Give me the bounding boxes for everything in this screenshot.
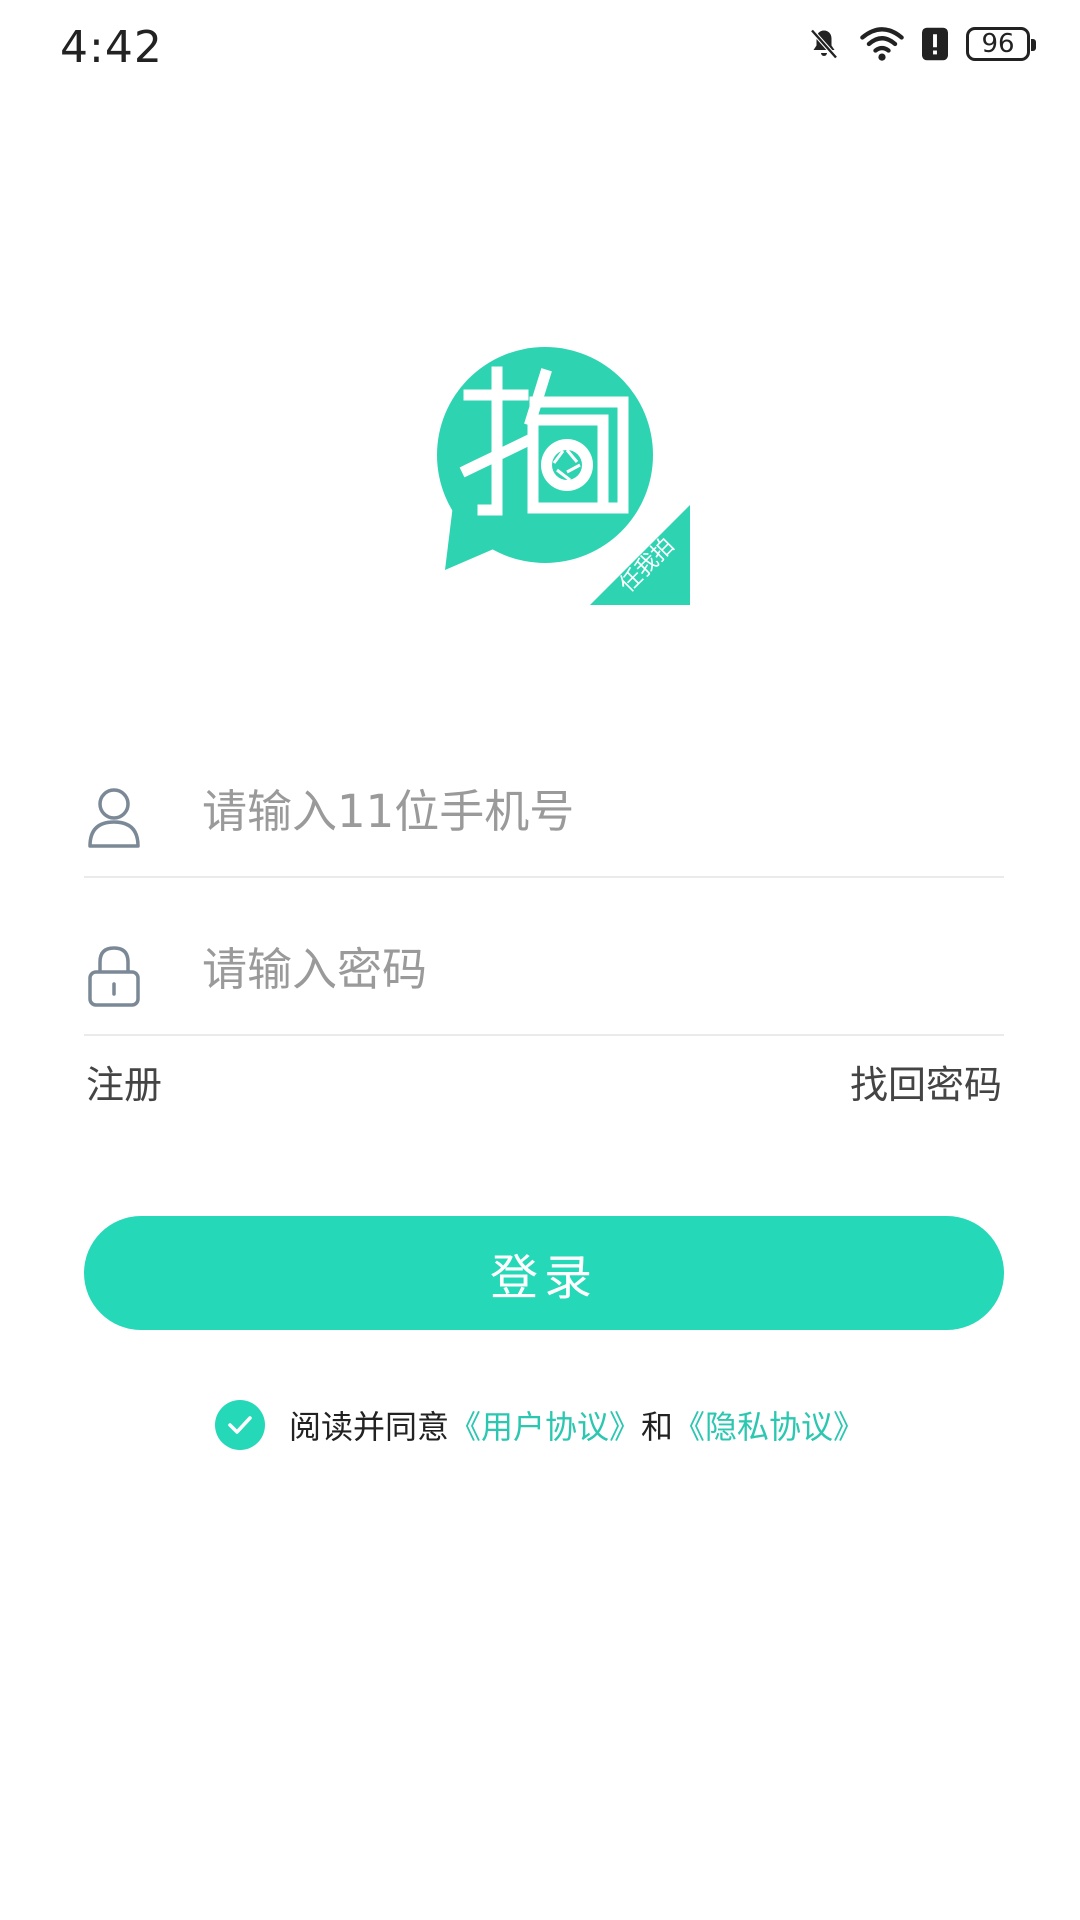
app-logo-image: 任我拍 <box>405 320 690 605</box>
battery-level: 96 <box>981 29 1015 59</box>
login-screen: 4:42 96 任我拍 请输入11位手机号 注册 找回密码 登录 阅读并同意 《… <box>0 0 1080 1920</box>
wifi-icon <box>860 27 904 61</box>
user-agreement-link[interactable]: 《用户协议》 <box>449 1402 641 1448</box>
app-logo: 任我拍 <box>405 320 690 605</box>
alert-icon <box>922 27 948 61</box>
battery-cap <box>1031 39 1036 51</box>
lock-icon <box>88 946 140 1007</box>
status-bar: 4:42 96 <box>0 0 1080 104</box>
password-input[interactable] <box>200 928 964 1010</box>
battery-indicator: 96 <box>966 27 1036 61</box>
auth-links: 注册 找回密码 <box>84 1054 1004 1114</box>
agreement-row: 阅读并同意 《用户协议》 和 《隐私协议》 <box>215 1398 865 1452</box>
register-link[interactable]: 注册 <box>86 1054 162 1109</box>
login-button[interactable]: 登录 <box>84 1216 1004 1330</box>
agreement-prefix: 阅读并同意 <box>289 1408 450 1446</box>
agreement-and: 和 <box>641 1408 674 1446</box>
forgot-password-link[interactable]: 找回密码 <box>850 1054 1002 1109</box>
status-icons: 96 <box>806 26 1036 62</box>
privacy-policy-link[interactable]: 《隐私协议》 <box>673 1402 865 1448</box>
login-form <box>84 744 1004 1036</box>
user-icon <box>88 788 140 848</box>
status-time: 4:42 <box>60 22 163 73</box>
phone-input[interactable] <box>200 770 964 852</box>
check-icon <box>228 1416 252 1434</box>
agreement-checkbox[interactable] <box>215 1400 265 1450</box>
password-field <box>84 902 1004 1036</box>
phone-field <box>84 744 1004 878</box>
bell-off-icon <box>810 29 838 59</box>
